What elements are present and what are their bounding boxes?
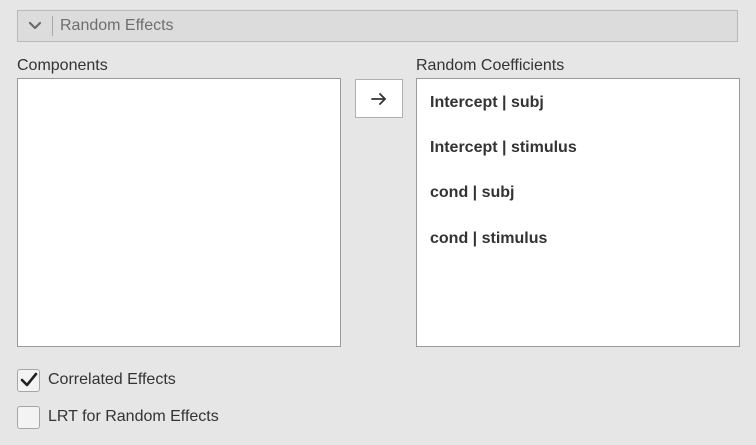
lrt-random-effects-option[interactable]: LRT for Random Effects [17,405,219,429]
list-item[interactable]: cond | stimulus [430,230,547,248]
list-item[interactable]: Intercept | stimulus [430,139,577,157]
correlated-effects-label: Correlated Effects [48,371,176,388]
chevron-down-icon[interactable] [18,11,52,41]
components-listbox[interactable] [17,78,341,347]
lrt-random-effects-checkbox[interactable] [17,405,40,429]
correlated-effects-checkbox[interactable] [17,368,40,392]
list-item[interactable]: Intercept | subj [430,94,544,112]
checkmark-icon [20,372,37,387]
transfer-arrow-button[interactable] [355,79,403,118]
lrt-random-effects-label: LRT for Random Effects [48,408,219,425]
correlated-effects-option[interactable]: Correlated Effects [17,368,176,392]
arrow-right-icon [371,92,386,105]
random-effects-section-header[interactable]: Random Effects [17,10,738,42]
components-label: Components [17,57,108,74]
section-title: Random Effects [60,17,174,34]
random-effects-panel: Random Effects Components Random Coeffic… [0,0,756,445]
header-divider [52,16,53,36]
random-coefficients-listbox[interactable]: Intercept | subj Intercept | stimulus co… [416,78,740,347]
random-coefficients-label: Random Coefficients [416,57,565,74]
list-item[interactable]: cond | subj [430,184,514,202]
